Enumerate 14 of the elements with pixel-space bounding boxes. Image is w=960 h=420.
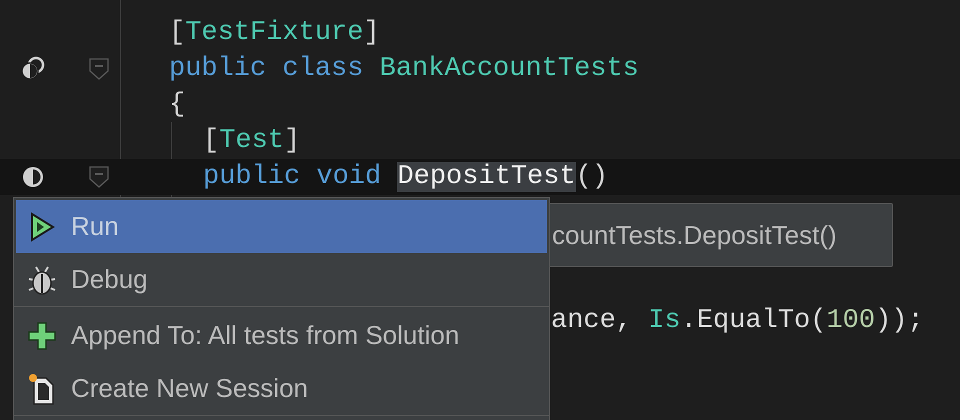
code-line: public class BankAccountTests bbox=[169, 53, 639, 86]
plus-icon bbox=[27, 320, 57, 350]
play-icon bbox=[29, 212, 55, 242]
code-line: ance, Is.EqualTo(100)); bbox=[551, 305, 924, 338]
code-line: { bbox=[169, 89, 186, 122]
menu-item[interactable]: Create New Session bbox=[16, 362, 547, 415]
fold-marker-icon[interactable] bbox=[89, 58, 109, 80]
fold-marker-icon[interactable] bbox=[89, 166, 109, 188]
code-line: [Test] bbox=[203, 125, 300, 158]
test-status-icon[interactable] bbox=[21, 165, 45, 189]
code-line: public void DepositTest() bbox=[203, 161, 608, 194]
menu-item[interactable]: Append To: All tests from Solution bbox=[16, 309, 547, 362]
code-line: [TestFixture] bbox=[169, 17, 380, 50]
menu-item[interactable]: Run bbox=[16, 200, 547, 253]
